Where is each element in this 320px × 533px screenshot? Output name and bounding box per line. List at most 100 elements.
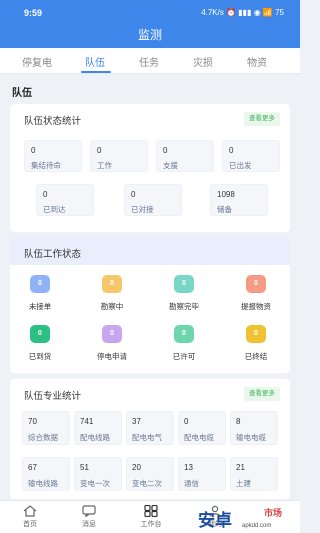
pro-stat-label: 土建 [236, 479, 251, 488]
watermark-logo: 安卓 市场 apkdd.com [198, 506, 294, 532]
status-count-badge: 0 [246, 325, 266, 343]
status-outage-request[interactable]: 0 停电申请 [83, 323, 143, 373]
pro-stat-value: 8 [236, 417, 241, 426]
stat-value: 0 [43, 190, 48, 199]
stat-support[interactable]: 0 支援 [156, 140, 214, 172]
status-not-accepted[interactable]: 0 未接单 [11, 273, 71, 323]
page-title: 监测 [137, 28, 162, 42]
pro-stat-label: 综合数据 [28, 433, 58, 442]
section-title: 队伍 [12, 88, 32, 99]
watermark-side-text: 市场 [264, 508, 283, 518]
stat-label: 已出发 [229, 161, 252, 170]
status-count-badge: 0 [174, 275, 194, 293]
stat-reserve[interactable]: 1098 储备 [210, 184, 268, 216]
pro-stat-item[interactable]: 51 变电一次 [74, 457, 122, 491]
pro-stat-item[interactable]: 37 配电电气 [126, 411, 174, 445]
status-label: 停电申请 [97, 352, 127, 361]
pro-stat-item[interactable]: 8 输电电缆 [230, 411, 278, 445]
work-status-card: 队伍工作状态 0 未接单 0 勘察中 0 勘察完毕 0 提报物资 0 已到货 0… [10, 237, 290, 373]
pro-stat-value: 741 [80, 417, 94, 426]
pro-stat-item[interactable]: 67 输电线路 [22, 457, 70, 491]
stat-docked[interactable]: 0 已对接 [124, 184, 182, 216]
pro-stat-label: 输电电缆 [236, 433, 266, 442]
status-terminated[interactable]: 0 已终结 [227, 323, 287, 373]
status-permitted[interactable]: 0 已许可 [155, 323, 215, 373]
status-label: 已终结 [244, 352, 268, 361]
stat-value: 0 [163, 146, 168, 155]
pro-stat-value: 21 [236, 463, 245, 472]
pro-stat-label: 配电电气 [132, 433, 162, 442]
tab-teams[interactable]: 队伍 [85, 54, 105, 69]
app-header: 监测 [0, 24, 300, 48]
work-status-title: 队伍工作状态 [24, 249, 82, 260]
status-count-badge: 0 [174, 325, 194, 343]
tab-materials[interactable]: 物资 [247, 54, 267, 69]
stat-assembling[interactable]: 0 集结待命 [24, 140, 82, 172]
stat-value: 0 [97, 146, 102, 155]
stat-value: 0 [31, 146, 36, 155]
pro-stat-item[interactable]: 21 土建 [230, 457, 278, 491]
pro-stat-item[interactable]: 20 变电二次 [126, 457, 174, 491]
pro-stat-label: 变电二次 [132, 479, 162, 488]
stat-label: 储备 [217, 205, 232, 214]
status-indicators: 4.7K/s ⏰ ▮▮▮ ◉ 📶 75 [201, 8, 284, 17]
status-bar: 9:59 4.7K/s ⏰ ▮▮▮ ◉ 📶 75 [0, 0, 300, 24]
stat-working[interactable]: 0 工作 [90, 140, 148, 172]
status-survey-done[interactable]: 0 勘察完毕 [155, 273, 215, 323]
tab-power-outage[interactable]: 停复电 [22, 54, 52, 69]
tab-bar: 停复电 队伍 任务 灾损 物资 [0, 48, 300, 74]
status-materials-reported[interactable]: 0 提报物资 [227, 273, 287, 323]
status-surveying[interactable]: 0 勘察中 [83, 273, 143, 323]
tab-tasks[interactable]: 任务 [139, 54, 159, 69]
nav-messages[interactable]: 消息 [64, 505, 114, 529]
nav-workbench-label: 工作台 [140, 521, 162, 528]
nav-home-label: 首页 [23, 521, 37, 528]
pro-stat-value: 67 [28, 463, 37, 472]
status-label: 勘察完毕 [169, 302, 199, 311]
stat-label: 已到达 [43, 205, 66, 214]
stat-label: 集结待命 [31, 161, 61, 170]
status-label: 已到货 [28, 352, 52, 361]
pro-stat-value: 37 [132, 417, 141, 426]
work-status-header: 队伍工作状态 [10, 237, 290, 265]
status-label: 已许可 [172, 352, 196, 361]
pro-stat-value: 51 [80, 463, 89, 472]
watermark-main-text: 安卓 [198, 511, 232, 530]
pro-stat-item[interactable]: 70 综合数据 [22, 411, 70, 445]
team-status-header: 队伍状态统计 查看更多 [10, 104, 290, 132]
stat-arrived[interactable]: 0 已到达 [36, 184, 94, 216]
nav-home[interactable]: 首页 [5, 505, 55, 529]
pro-stat-label: 输电线路 [28, 479, 58, 488]
pro-stat-value: 70 [28, 417, 37, 426]
stat-departed[interactable]: 0 已出发 [222, 140, 280, 172]
status-count-badge: 0 [246, 275, 266, 293]
pro-stat-item[interactable]: 741 配电线路 [74, 411, 122, 445]
pro-stat-item[interactable]: 0 配电电缆 [178, 411, 226, 445]
pro-stat-item[interactable]: 13 通信 [178, 457, 226, 491]
tab-damage[interactable]: 灾损 [193, 54, 213, 69]
stat-label: 支援 [163, 161, 178, 170]
pro-stat-label: 通信 [184, 479, 199, 488]
professional-stats-more-button[interactable]: 查看更多 [244, 387, 280, 401]
team-status-more-button[interactable]: 查看更多 [244, 112, 280, 126]
pro-stat-value: 20 [132, 463, 141, 472]
professional-stats-title: 队伍专业统计 [24, 391, 82, 402]
status-label: 未接单 [28, 302, 52, 311]
pro-stat-value: 0 [184, 417, 189, 426]
status-count-badge: 0 [102, 325, 122, 343]
status-time: 9:59 [24, 8, 43, 18]
professional-stats-card: 队伍专业统计 查看更多 70 综合数据 741 配电线路 37 配电电气 0 配… [10, 379, 290, 499]
stat-value: 0 [131, 190, 136, 199]
stat-label: 已对接 [131, 205, 154, 214]
status-delivered[interactable]: 0 已到货 [11, 323, 71, 373]
pro-stat-label: 变电一次 [80, 479, 110, 488]
professional-stats-header: 队伍专业统计 查看更多 [10, 379, 290, 407]
message-icon [82, 505, 96, 517]
status-count-badge: 0 [102, 275, 122, 293]
home-icon [23, 505, 37, 517]
nav-workbench[interactable]: 工作台 [126, 505, 176, 529]
stat-label: 工作 [97, 161, 112, 170]
status-count-badge: 0 [30, 275, 50, 293]
nav-messages-label: 消息 [82, 521, 96, 528]
watermark-url: apkdd.com [242, 523, 272, 529]
